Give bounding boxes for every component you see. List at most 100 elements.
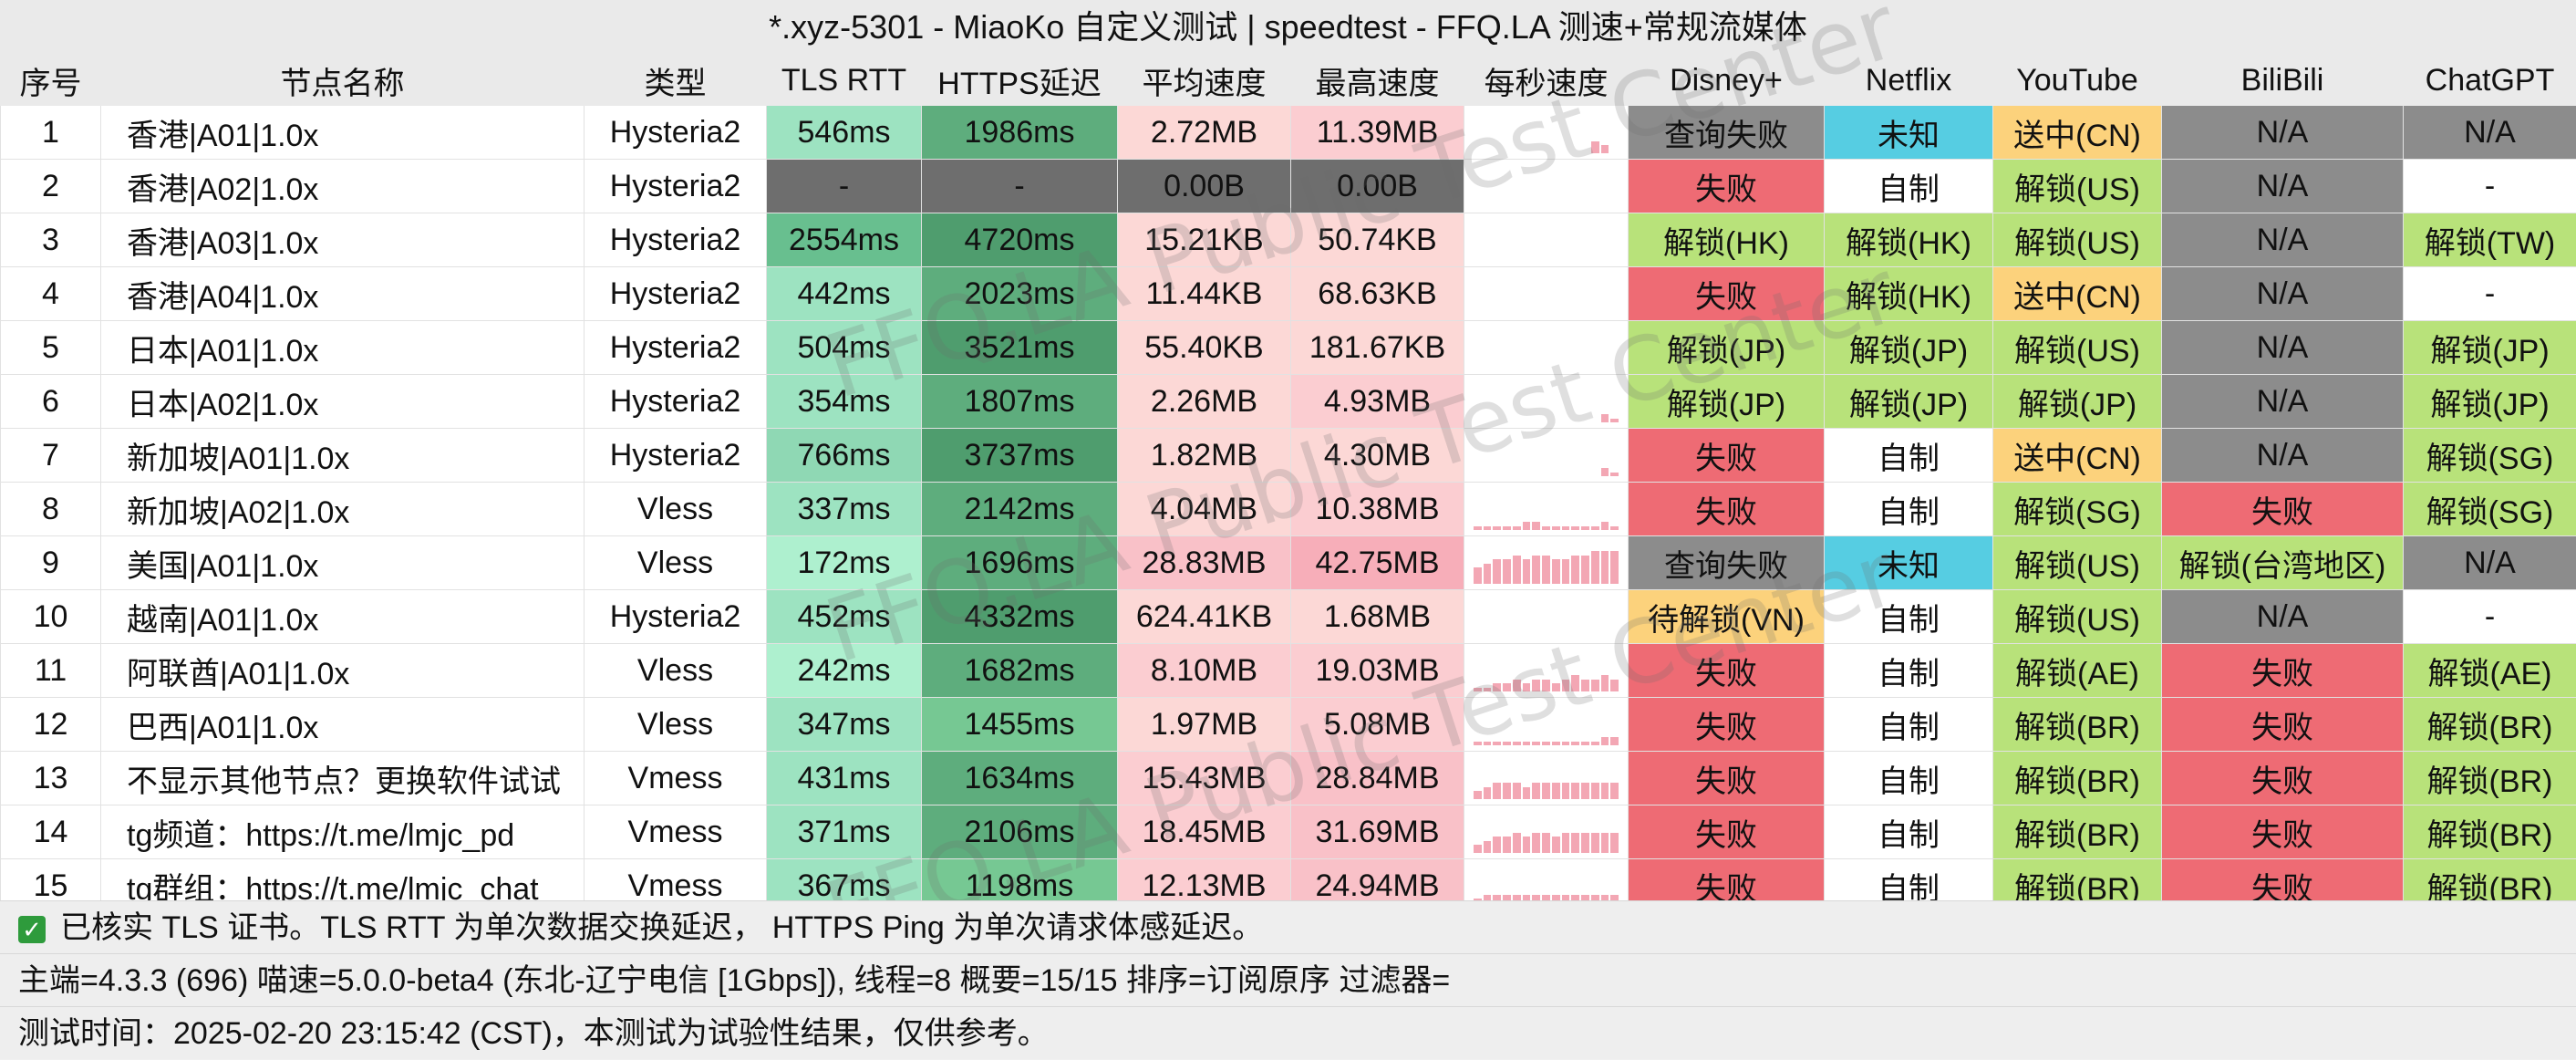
- speed-bar: [1610, 679, 1619, 691]
- cell-tls-rtt: 2554ms: [766, 213, 922, 267]
- cell-max-speed: 10.38MB: [1290, 482, 1464, 536]
- speed-bar: [1551, 837, 1560, 853]
- cell-disney: 失败: [1628, 805, 1825, 859]
- cell-type: Vless: [584, 535, 767, 590]
- speed-bar: [1581, 525, 1589, 530]
- cell-max-speed: 31.69MB: [1290, 805, 1464, 859]
- speed-bar: [1474, 687, 1482, 691]
- cell-avg-speed: 4.04MB: [1117, 482, 1291, 536]
- speed-bar: [1512, 741, 1521, 745]
- cell-netflix: 解锁(JP): [1824, 374, 1993, 429]
- cell-https-latency: -: [921, 159, 1118, 213]
- cell-bilibili: N/A: [2161, 320, 2404, 375]
- cell-max-speed: 0.00B: [1290, 159, 1464, 213]
- cell-https-latency: 4720ms: [921, 213, 1118, 267]
- speed-bar: [1542, 741, 1550, 745]
- table-row: 2 香港|A02|1.0x Hysteria2- -0.00B 0.00B 失败 自制 解锁(…: [0, 159, 2576, 213]
- cell-type: Hysteria2: [584, 105, 767, 160]
- cell-per-second-speed: [1464, 266, 1629, 321]
- cell-per-second-speed: [1464, 320, 1629, 375]
- cell-avg-speed: 11.44KB: [1117, 266, 1291, 321]
- speed-bar: [1610, 418, 1619, 422]
- speed-bar: [1610, 832, 1619, 853]
- cell-per-second-speed: [1464, 535, 1629, 590]
- cell-bilibili: N/A: [2161, 374, 2404, 429]
- cell-avg-speed: 55.40KB: [1117, 320, 1291, 375]
- cell-tls-rtt: 371ms: [766, 805, 922, 859]
- col-header-https-latency: HTTPS延迟: [921, 55, 1118, 106]
- speed-bar: [1551, 683, 1560, 691]
- checkbox-checked-icon: ✓: [18, 916, 46, 944]
- cell-chatgpt: -: [2403, 159, 2576, 213]
- cell-avg-speed: 2.72MB: [1117, 105, 1291, 160]
- speed-bar: [1493, 837, 1502, 853]
- cell-https-latency: 2106ms: [921, 805, 1118, 859]
- table-row: 12 巴西|A01|1.0x Vless 347ms 1455ms 1.97MB 5.08M…: [0, 697, 2576, 752]
- cell-avg-speed: 18.45MB: [1117, 805, 1291, 859]
- cell-node-name: 香港|A04|1.0x: [100, 266, 585, 321]
- cell-index: 12: [0, 697, 101, 752]
- speed-bar: [1532, 741, 1541, 745]
- cell-chatgpt: 解锁(BR): [2403, 751, 2576, 805]
- cell-avg-speed: 28.83MB: [1117, 535, 1291, 590]
- cell-chatgpt: 解锁(JP): [2403, 320, 2576, 375]
- col-header-chatgpt: ChatGPT: [2403, 55, 2576, 106]
- col-header-tls-rtt: TLS RTT: [766, 55, 922, 106]
- speed-bar: [1600, 783, 1609, 799]
- cell-max-speed: 5.08MB: [1290, 697, 1464, 752]
- speed-bar: [1493, 741, 1502, 745]
- speed-bar: [1474, 741, 1482, 745]
- speed-bar: [1493, 683, 1502, 691]
- col-header-netflix: Netflix: [1824, 55, 1993, 106]
- cell-https-latency: 3737ms: [921, 428, 1118, 483]
- cell-max-speed: 50.74KB: [1290, 213, 1464, 267]
- cell-type: Vmess: [584, 751, 767, 805]
- cell-per-second-speed: [1464, 213, 1629, 267]
- speed-bar: [1610, 525, 1619, 530]
- speed-bar: [1493, 783, 1502, 799]
- speed-sparkline: [1474, 390, 1619, 422]
- cell-netflix: 未知: [1824, 105, 1993, 160]
- cell-netflix: 解锁(HK): [1824, 266, 1993, 321]
- cell-netflix: 自制: [1824, 697, 1993, 752]
- speed-bar: [1542, 525, 1550, 530]
- cell-netflix: 自制: [1824, 643, 1993, 698]
- speed-bar: [1581, 555, 1589, 584]
- cell-bilibili: N/A: [2161, 105, 2404, 160]
- cell-node-name: 日本|A01|1.0x: [100, 320, 585, 375]
- speed-bar: [1512, 832, 1521, 853]
- cell-per-second-speed: [1464, 374, 1629, 429]
- speed-bar: [1600, 468, 1609, 476]
- speed-bar: [1522, 559, 1531, 584]
- speed-bar: [1551, 559, 1560, 584]
- speed-bar: [1600, 522, 1609, 530]
- cell-chatgpt: 解锁(JP): [2403, 374, 2576, 429]
- cell-node-name: 阿联酋|A01|1.0x: [100, 643, 585, 698]
- footer-info: 主端=4.3.3 (696) 喵速=5.0.0-beta4 (东北-辽宁电信 […: [0, 953, 2576, 1006]
- speed-bar: [1532, 783, 1541, 799]
- cell-avg-speed: 8.10MB: [1117, 643, 1291, 698]
- table-row: 4 香港|A04|1.0x Hysteria2 442ms 2023ms 11.44KB 6…: [0, 266, 2576, 321]
- speed-sparkline: [1474, 497, 1619, 530]
- speed-bar: [1542, 555, 1550, 584]
- speed-bar: [1483, 786, 1492, 799]
- cell-netflix: 自制: [1824, 589, 1993, 644]
- cell-node-name: 美国|A01|1.0x: [100, 535, 585, 590]
- cell-index: 8: [0, 482, 101, 536]
- speed-bar: [1551, 525, 1560, 530]
- speed-bar: [1590, 679, 1599, 691]
- cell-max-speed: 11.39MB: [1290, 105, 1464, 160]
- speed-bar: [1483, 741, 1492, 745]
- speed-bar: [1522, 786, 1531, 799]
- cell-index: 7: [0, 428, 101, 483]
- speed-sparkline: [1474, 551, 1619, 584]
- cell-node-name: 越南|A01|1.0x: [100, 589, 585, 644]
- speed-bar: [1503, 783, 1511, 799]
- cell-index: 1: [0, 105, 101, 160]
- cell-avg-speed: 2.26MB: [1117, 374, 1291, 429]
- speed-bar: [1532, 679, 1541, 691]
- cell-https-latency: 2142ms: [921, 482, 1118, 536]
- speed-bar: [1561, 783, 1570, 799]
- speed-sparkline: [1474, 443, 1619, 476]
- cell-per-second-speed: [1464, 482, 1629, 536]
